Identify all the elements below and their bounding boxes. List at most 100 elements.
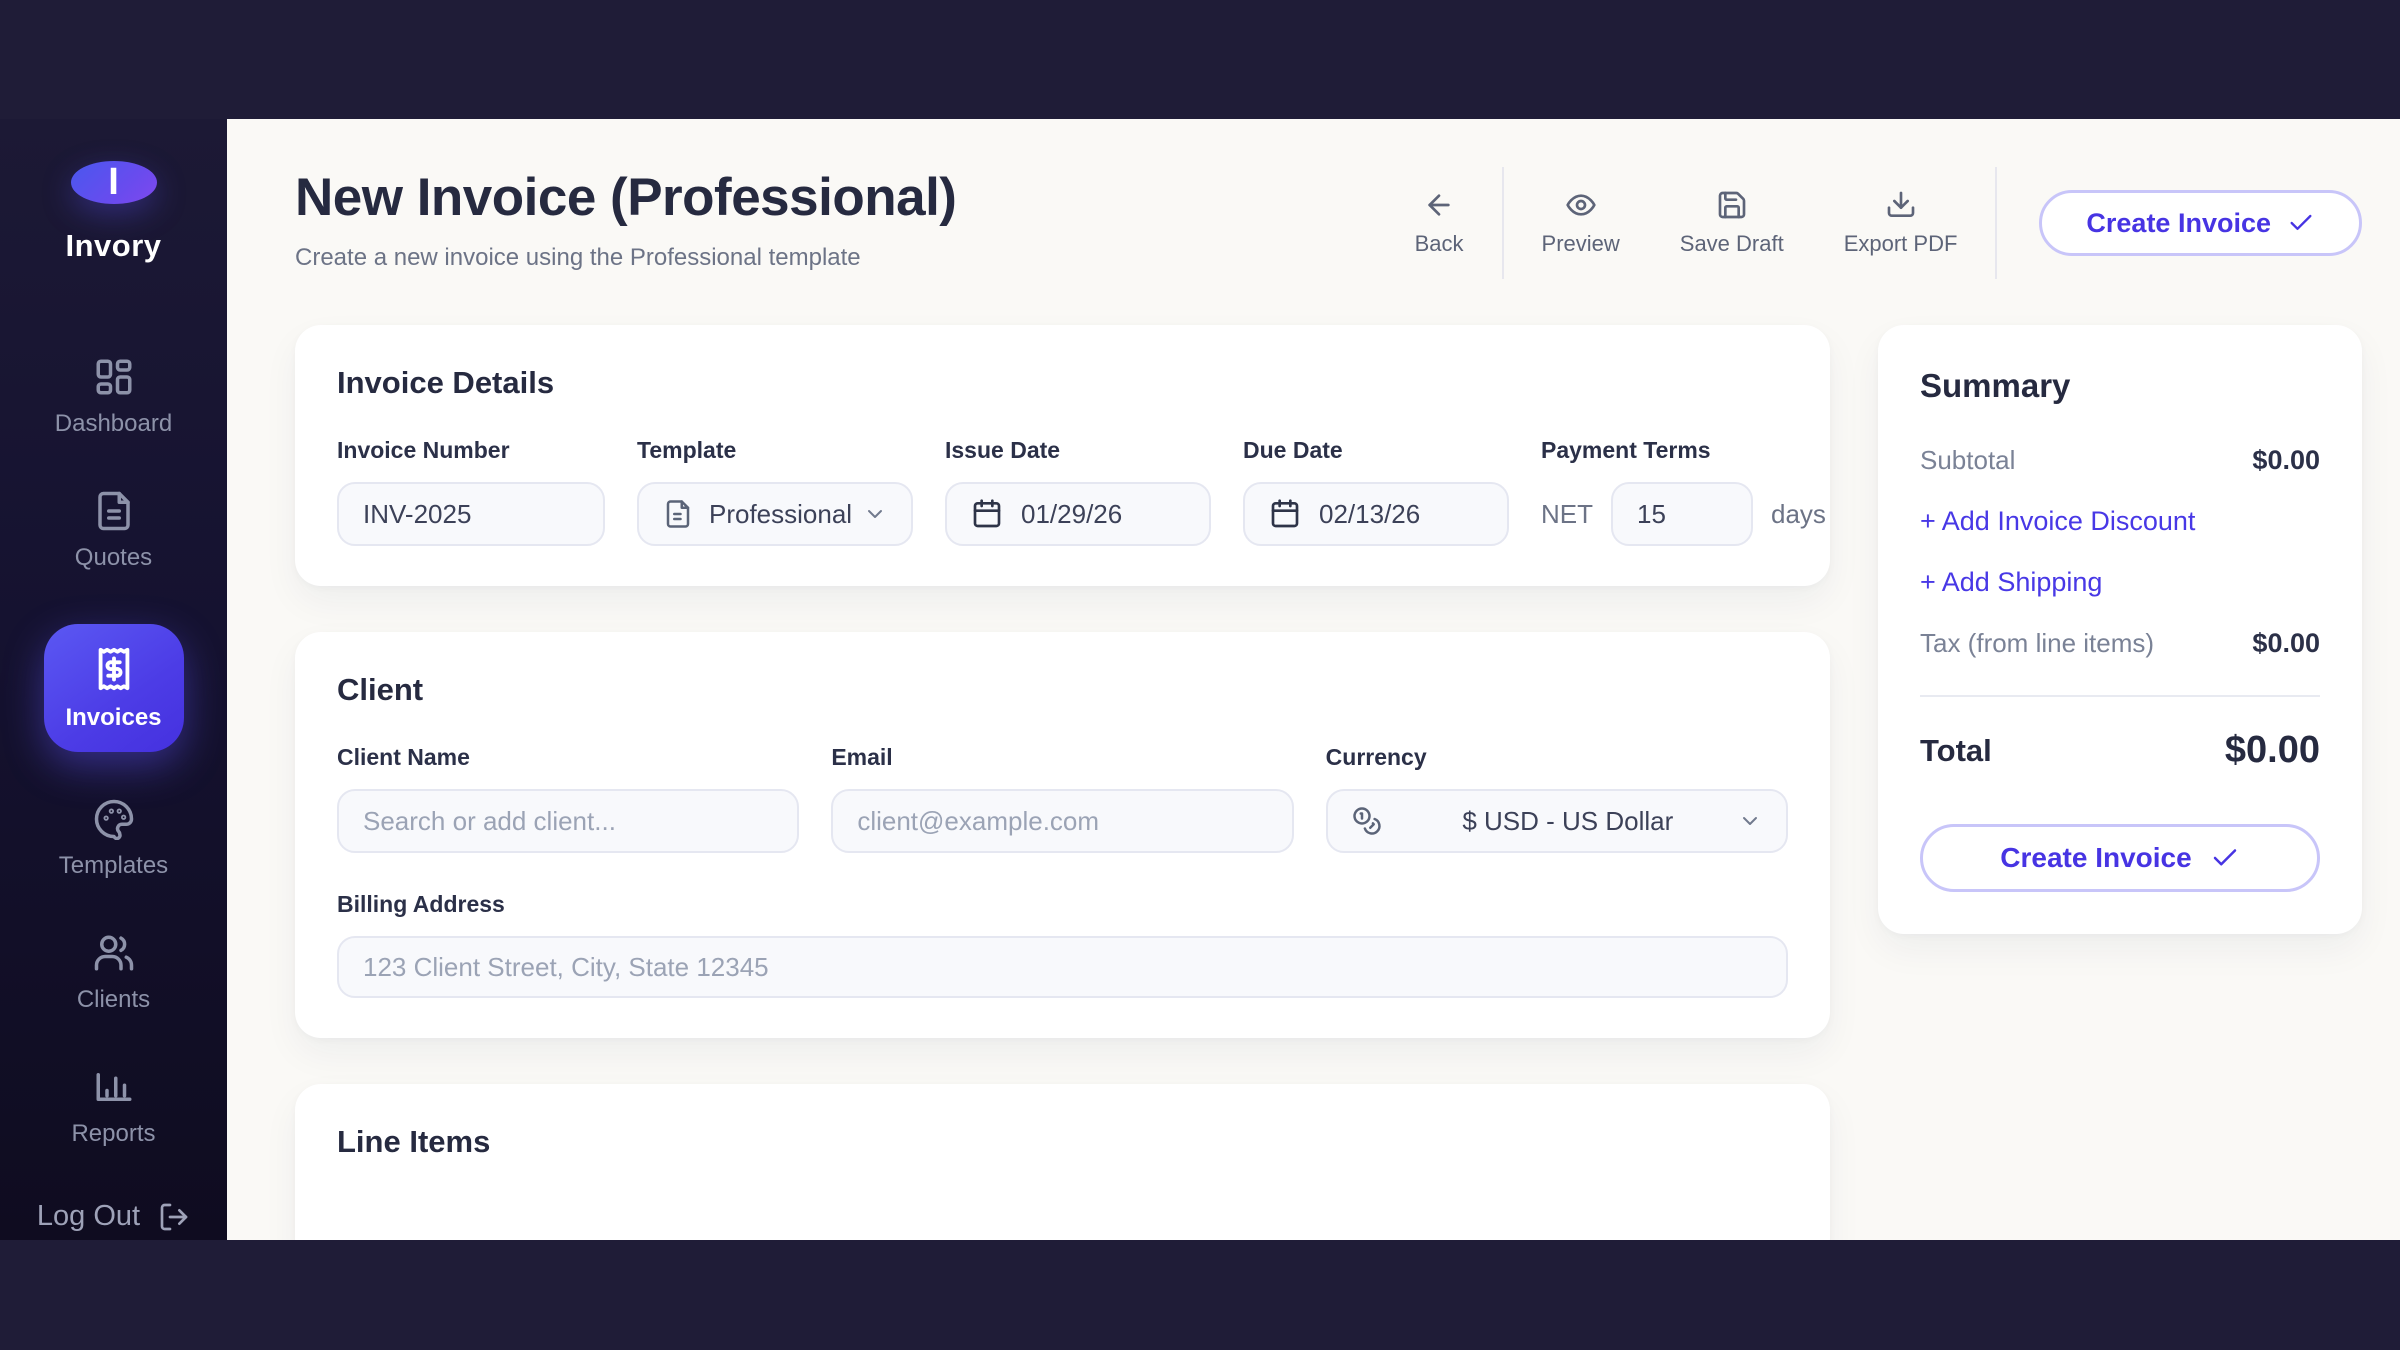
template-label: Template [637, 437, 913, 464]
client-name-input[interactable] [363, 806, 773, 837]
client-email-input[interactable] [857, 806, 1267, 837]
terms-days-input[interactable] [1637, 499, 1727, 530]
client-heading: Client [337, 672, 1788, 708]
sidebar-nav: Dashboard Quotes Invoices Templates Clie… [0, 356, 227, 1200]
create-invoice-label: Create Invoice [2000, 842, 2191, 874]
billing-address-input[interactable] [363, 952, 1762, 983]
sidebar-item-label: Dashboard [55, 410, 172, 438]
client-email-control [831, 789, 1293, 853]
days-label: days [1771, 499, 1826, 530]
sidebar-item-quotes[interactable]: Quotes [26, 490, 202, 572]
create-invoice-label: Create Invoice [2086, 208, 2271, 239]
line-items-card: Line Items [295, 1084, 1830, 1240]
sidebar-item-templates[interactable]: Templates [26, 798, 202, 880]
calendar-icon [971, 498, 1003, 530]
sidebar-item-reports[interactable]: Reports [26, 1066, 202, 1148]
export-pdf-label: Export PDF [1844, 231, 1958, 257]
page-header: New Invoice (Professional) Create a new … [295, 161, 2362, 279]
client-email-label: Email [831, 744, 1293, 771]
page-title-block: New Invoice (Professional) Create a new … [295, 161, 956, 272]
currency-label: Currency [1326, 744, 1788, 771]
eye-icon [1565, 189, 1597, 221]
sidebar-item-label: Quotes [75, 544, 152, 572]
currency-select[interactable]: $ USD - US Dollar [1326, 789, 1788, 853]
issue-date-value: 01/29/26 [1021, 499, 1122, 530]
page-subtitle: Create a new invoice using the Professio… [295, 244, 956, 272]
subtotal-value: $0.00 [2252, 445, 2320, 476]
due-date-value: 02/13/26 [1319, 499, 1420, 530]
template-file-icon [663, 499, 693, 529]
save-draft-button[interactable]: Save Draft [1650, 189, 1814, 257]
template-value: Professional [709, 499, 852, 530]
palette-icon [93, 798, 135, 840]
issue-date-picker[interactable]: 01/29/26 [945, 482, 1211, 546]
tax-label: Tax (from line items) [1920, 628, 2154, 659]
save-draft-label: Save Draft [1680, 231, 1784, 257]
export-pdf-button[interactable]: Export PDF [1814, 189, 1988, 257]
due-date-picker[interactable]: 02/13/26 [1243, 482, 1509, 546]
currency-field: Currency $ USD - US Dollar [1326, 744, 1788, 853]
logout-button[interactable]: Log Out [37, 1200, 190, 1233]
back-button[interactable]: Back [1385, 189, 1494, 257]
sidebar-item-clients[interactable]: Clients [26, 932, 202, 1014]
quote-document-icon [93, 490, 135, 532]
terms-days-control [1611, 482, 1753, 546]
billing-address-label: Billing Address [337, 891, 1788, 918]
toolbar: Back Preview Save Draft Export PDF Cr [1385, 167, 2362, 279]
invoice-number-label: Invoice Number [337, 437, 605, 464]
subtotal-label: Subtotal [1920, 445, 2015, 476]
invoice-details-fields: Invoice Number Template Professional [337, 437, 1788, 546]
invoice-number-input[interactable] [363, 499, 579, 530]
logout-label: Log Out [37, 1200, 140, 1233]
client-email-field: Email [831, 744, 1293, 853]
summary-heading: Summary [1920, 367, 2320, 405]
add-shipping-link[interactable]: + Add Shipping [1920, 567, 2320, 598]
page-title: New Invoice (Professional) [295, 167, 956, 228]
total-label: Total [1920, 733, 1992, 769]
client-name-control [337, 789, 799, 853]
check-icon [2210, 843, 2240, 873]
total-value: $0.00 [2225, 729, 2320, 772]
issue-date-label: Issue Date [945, 437, 1211, 464]
tax-row: Tax (from line items) $0.00 [1920, 628, 2320, 659]
logo-letter: I [108, 161, 119, 204]
preview-button[interactable]: Preview [1512, 189, 1650, 257]
currency-value: $ USD - US Dollar [1398, 806, 1738, 837]
chevron-down-icon [1738, 809, 1762, 833]
add-discount-link[interactable]: + Add Invoice Discount [1920, 506, 2320, 537]
toolbar-divider [1995, 167, 1997, 279]
tax-value: $0.00 [2252, 628, 2320, 659]
sidebar-item-label: Reports [71, 1120, 155, 1148]
sidebar-item-invoices[interactable]: Invoices [44, 624, 184, 752]
save-icon [1716, 189, 1748, 221]
arrow-left-icon [1423, 189, 1455, 221]
payment-terms-field: Payment Terms NET days [1541, 437, 1826, 546]
form-column: Invoice Details Invoice Number Template [295, 325, 1830, 1240]
payment-terms-controls: NET days [1541, 482, 1826, 546]
net-label: NET [1541, 499, 1593, 530]
client-name-field: Client Name [337, 744, 799, 853]
create-invoice-button-top[interactable]: Create Invoice [2039, 190, 2362, 256]
client-card: Client Client Name Email [295, 632, 1830, 1038]
sidebar: I Invory Dashboard Quotes Invoices Templ… [0, 119, 227, 1240]
invoice-details-card: Invoice Details Invoice Number Template [295, 325, 1830, 586]
template-select[interactable]: Professional [637, 482, 913, 546]
sidebar-item-label: Clients [77, 986, 150, 1014]
total-row: Total $0.00 [1920, 729, 2320, 772]
subtotal-row: Subtotal $0.00 [1920, 445, 2320, 476]
issue-date-field: Issue Date 01/29/26 [945, 437, 1211, 546]
add-shipping-label: + Add Shipping [1920, 567, 2102, 598]
billing-address-field: Billing Address [337, 891, 1788, 998]
sidebar-item-dashboard[interactable]: Dashboard [26, 356, 202, 438]
summary-divider [1920, 695, 2320, 697]
create-invoice-button-summary[interactable]: Create Invoice [1920, 824, 2320, 892]
form-layout: Invoice Details Invoice Number Template [295, 325, 2362, 1240]
billing-address-control [337, 936, 1788, 998]
coins-icon [1352, 806, 1382, 836]
summary-card: Summary Subtotal $0.00 + Add Invoice Dis… [1878, 325, 2362, 934]
main-content: New Invoice (Professional) Create a new … [227, 119, 2400, 1240]
invoice-number-control [337, 482, 605, 546]
invoice-number-field: Invoice Number [337, 437, 605, 546]
users-icon [93, 932, 135, 974]
check-icon [2287, 209, 2315, 237]
